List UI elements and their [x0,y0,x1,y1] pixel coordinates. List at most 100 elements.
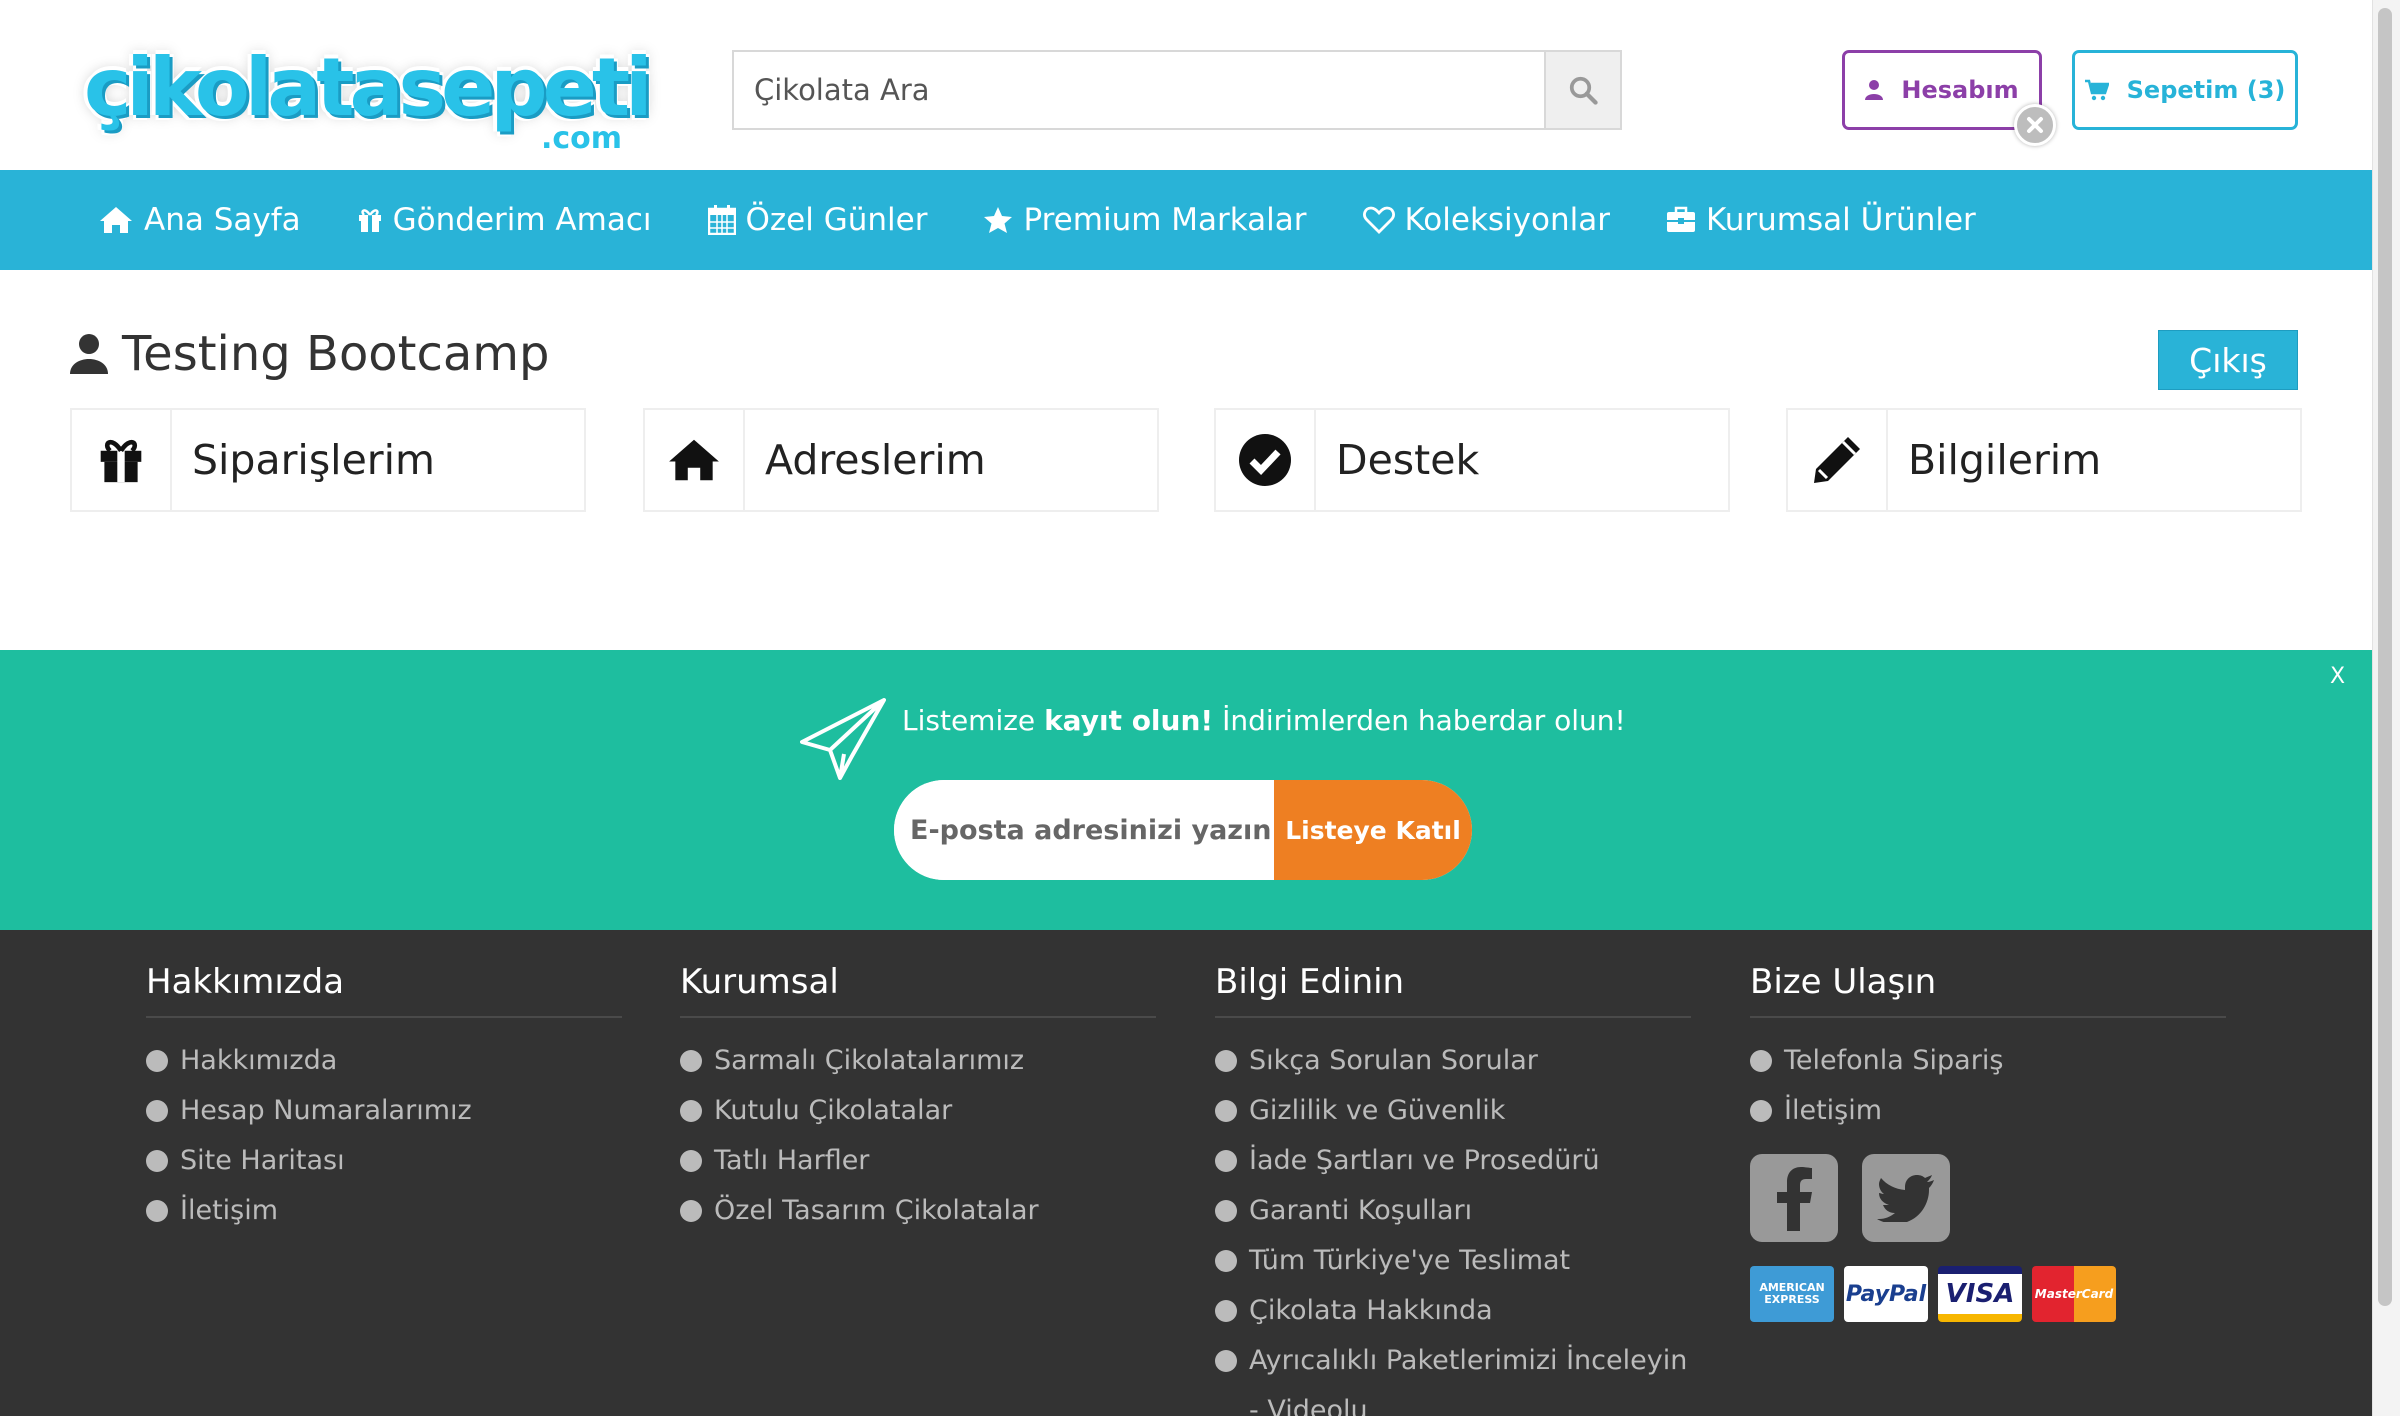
footer-column-corporate: Kurumsal Sarmalı Çikolatalarımız Kutulu … [680,962,1156,1236]
briefcase-icon [1666,206,1695,232]
chevron-right-icon [146,1100,168,1122]
account-button[interactable]: Hesabım [1842,50,2042,130]
visa-logo: VISA [1938,1266,2022,1322]
card-label: Adreslerim [765,436,986,484]
nav-item-label: Premium Markalar [1023,202,1307,238]
chevron-right-icon [680,1200,702,1222]
cart-button[interactable]: Sepetim (3) [2072,50,2298,130]
footer-link-label: Gizlilik ve Güvenlik [1249,1095,1506,1126]
account-label: Hesabım [1901,76,2019,104]
footer-link-label: Çikolata Hakkında [1249,1295,1493,1326]
newsletter-text-bold: kayıt olun! [1044,704,1214,737]
footer-link-label: Özel Tasarım Çikolatalar [714,1195,1039,1226]
footer-link[interactable]: İletişim [1750,1086,2226,1136]
footer-link-label: Garanti Koşulları [1249,1195,1473,1226]
footer-link[interactable]: Site Haritası [146,1136,622,1186]
card-label: Siparişlerim [192,436,435,484]
footer-link[interactable]: Kutulu Çikolatalar [680,1086,1156,1136]
site-logo[interactable]: çikolatasepeti .com [80,28,653,154]
newsletter-text-suffix: İndirimlerden haberdar olun! [1213,704,1626,737]
chevron-right-icon [146,1200,168,1222]
email-field[interactable] [894,780,1274,880]
chevron-right-icon [1215,1300,1237,1322]
scrollbar-thumb[interactable] [2378,8,2392,1306]
footer-link[interactable]: Sıkça Sorulan Sorular [1215,1036,1691,1086]
gift-icon [100,440,142,483]
search-button[interactable] [1544,52,1620,128]
chevron-right-icon [1215,1150,1237,1172]
user-icon [70,334,108,374]
chevron-right-icon [1215,1350,1237,1372]
support-card[interactable]: Destek [1214,408,1730,512]
footer-link[interactable]: Garanti Koşulları [1215,1186,1691,1236]
footer-link-label: İletişim [1784,1095,1883,1126]
chevron-right-icon [1215,1200,1237,1222]
addresses-card[interactable]: Adreslerim [643,408,1159,512]
nav-item-ozel-gunler[interactable]: Özel Günler [707,202,927,238]
footer-link-label: Hakkımızda [180,1045,338,1076]
footer-link[interactable]: Tatlı Harfler [680,1136,1156,1186]
footer-link[interactable]: Telefonla Sipariş [1750,1036,2226,1086]
nav-item-ana-sayfa[interactable]: Ana Sayfa [98,202,301,238]
footer-link-label: Tatlı Harfler [714,1145,870,1176]
nav-item-premium-markalar[interactable]: Premium Markalar [983,202,1307,238]
footer-link-label: Sarmalı Çikolatalarımız [714,1045,1025,1076]
subscribe-button[interactable]: Listeye Katıl [1274,780,1472,880]
footer-link[interactable]: Tüm Türkiye'ye Teslimat [1215,1236,1691,1286]
search-icon [1569,76,1598,105]
chevron-right-icon [680,1150,702,1172]
chevron-right-icon [1215,1250,1237,1272]
search-input[interactable] [734,52,1534,128]
footer-column-info: Bilgi Edinin Sıkça Sorulan Sorular Gizli… [1215,962,1691,1416]
footer-link-label: Sıkça Sorulan Sorular [1249,1045,1538,1076]
footer-column-title: Bilgi Edinin [1215,962,1691,1018]
main-nav: Ana Sayfa Gönderim Amacı Özel Günler Pre… [0,170,2372,270]
footer-link-label: Kutulu Çikolatalar [714,1095,953,1126]
nav-item-gonderim-amaci[interactable]: Gönderim Amacı [357,202,652,238]
footer-link-label: Telefonla Sipariş [1784,1045,2004,1076]
logout-button[interactable]: Çıkış [2158,330,2298,390]
close-badge-button[interactable] [2014,104,2056,146]
footer-link[interactable]: Özel Tasarım Çikolatalar [680,1186,1156,1236]
chevron-right-icon [680,1050,702,1072]
twitter-button[interactable] [1862,1154,1950,1242]
nav-item-kurumsal-urunler[interactable]: Kurumsal Ürünler [1666,202,1976,238]
facebook-button[interactable] [1750,1154,1838,1242]
nav-item-label: Gönderim Amacı [392,202,652,238]
gift-icon [358,209,381,232]
check-circle-icon [1239,434,1291,486]
pencil-icon [1814,437,1860,483]
calendar-icon [707,205,736,235]
cart-icon [2084,79,2109,101]
footer-column-title: Kurumsal [680,962,1156,1018]
nav-item-koleksiyonlar[interactable]: Koleksiyonlar [1362,202,1610,238]
chevron-right-icon [146,1150,168,1172]
social-links [1750,1154,2226,1242]
footer-link[interactable]: Ayrıcalıklı Paketlerimizi İnceleyin - Vi… [1215,1336,1691,1416]
twitter-icon [1877,1175,1934,1222]
profile-card[interactable]: Bilgilerim [1786,408,2302,512]
card-label: Bilgilerim [1908,436,2102,484]
page-title: Testing Bootcamp [70,326,550,382]
payment-logos: AMERICAN EXPRESS PayPal VISA MasterCard [1750,1266,2226,1322]
card-icon-box [1216,410,1316,510]
nav-item-label: Koleksiyonlar [1404,202,1610,238]
footer-link-label: Ayrıcalıklı Paketlerimizi İnceleyin - Vi… [1249,1345,1688,1416]
cart-label: Sepetim (3) [2126,76,2286,104]
star-icon [984,207,1013,233]
footer-link[interactable]: İade Şartları ve Prosedürü [1215,1136,1691,1186]
heart-icon [1362,206,1395,234]
footer-link[interactable]: Gizlilik ve Güvenlik [1215,1086,1691,1136]
chevron-right-icon [1215,1100,1237,1122]
chevron-right-icon [680,1100,702,1122]
footer-link[interactable]: Sarmalı Çikolatalarımız [680,1036,1156,1086]
footer-link[interactable]: Çikolata Hakkında [1215,1286,1691,1336]
paper-plane-icon [800,698,886,780]
footer-link[interactable]: Hesap Numaralarımız [146,1086,622,1136]
newsletter-close-button[interactable]: X [2330,664,2345,689]
footer-link[interactable]: İletişim [146,1186,622,1236]
orders-card[interactable]: Siparişlerim [70,408,586,512]
footer-column-title: Hakkımızda [146,962,622,1018]
footer-link[interactable]: Hakkımızda [146,1036,622,1086]
newsletter-form: Listeye Katıl [894,780,1472,880]
